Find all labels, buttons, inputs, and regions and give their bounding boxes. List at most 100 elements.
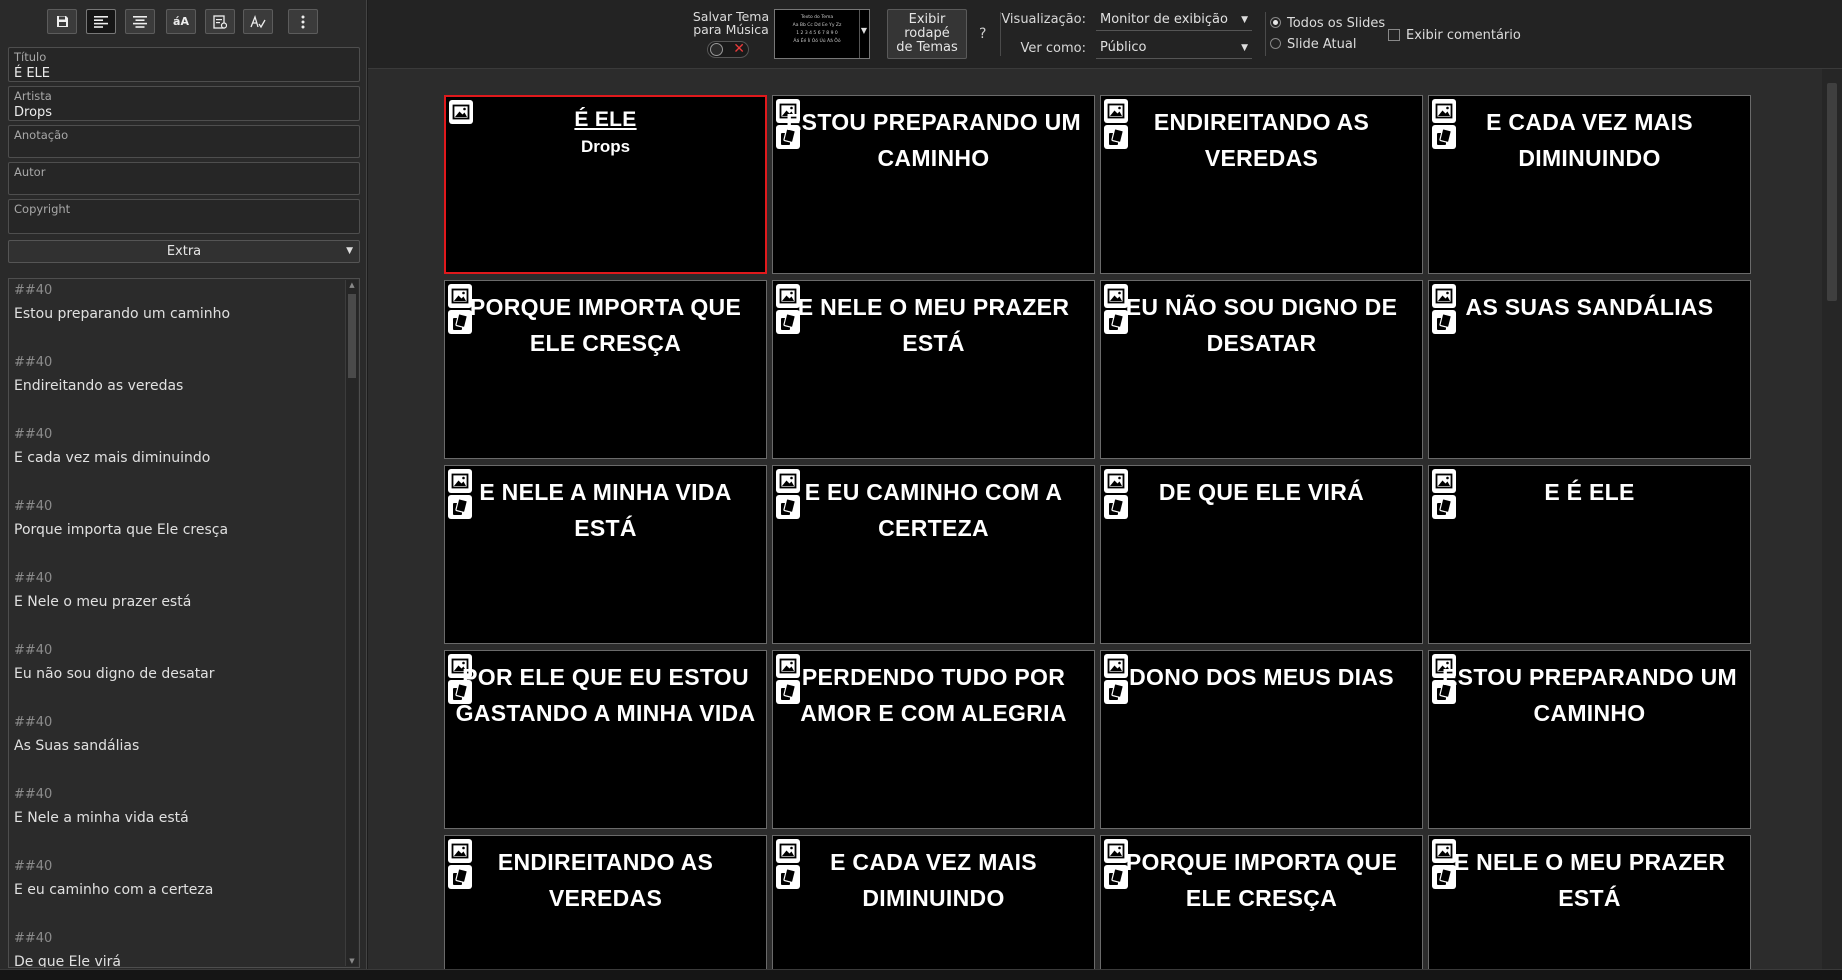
slide-thumbnail[interactable]: EU NÃO SOU DIGNO DE DESATAR (1100, 280, 1423, 459)
lyrics-block-tag: ##40 (14, 643, 53, 658)
save-theme-toggle[interactable]: ✕ (707, 41, 749, 58)
align-center-button[interactable] (125, 9, 155, 34)
save-theme-label: Salvar Tema para Música (686, 10, 776, 36)
slide-text: DE QUE ELE VIRÁ (1158, 479, 1365, 505)
show-theme-footer-button[interactable]: Exibir rodapé de Temas (887, 9, 967, 59)
lyrics-block[interactable]: ##40 Estou preparando um caminho (9, 279, 359, 351)
slide-text: E É ELE (1544, 479, 1635, 505)
slide-thumbnail[interactable]: E CADA VEZ MAIS DIMINUINDO (1428, 95, 1751, 274)
chevron-down-icon: ▼ (1241, 43, 1248, 53)
lyrics-scrollbar[interactable]: ▲ ▼ (345, 280, 358, 966)
slide-thumbnail[interactable]: ESTOU PREPARANDO UM CAMINHO (772, 95, 1095, 274)
slide-thumbnail[interactable]: E NELE A MINHA VIDA ESTÁ (444, 465, 767, 644)
save-button[interactable] (47, 9, 77, 34)
lyrics-block-tag: ##40 (14, 571, 53, 586)
slide-thumbnail[interactable]: E NELE O MEU PRAZER ESTÁ (1428, 835, 1751, 969)
lyrics-block[interactable]: ##40 Endireitando as veredas (9, 351, 359, 423)
title-field[interactable]: Título É ELE (8, 47, 360, 82)
save-icon (56, 16, 68, 27)
slide-thumbnail[interactable]: E É ELE (1428, 465, 1751, 644)
lyrics-block-tag: ##40 (14, 499, 53, 514)
theme-preview-line: Texto do Tema (800, 15, 834, 20)
slide-thumbnail[interactable]: AS SUAS SANDÁLIAS (1428, 280, 1751, 459)
artist-field-value[interactable]: Drops (14, 105, 52, 120)
lyrics-block[interactable]: ##40 E eu caminho com a certeza (9, 855, 359, 927)
slide-text: DONO DOS MEUS DIAS (1129, 664, 1394, 690)
spell-check-button[interactable] (243, 9, 273, 34)
slide-thumbnail[interactable]: PERDENDO TUDO POR AMOR E COM ALEGRIA (772, 650, 1095, 829)
copyright-field[interactable]: Copyright (8, 199, 360, 234)
slide-thumbnail[interactable]: É ELE Drops (444, 95, 767, 274)
slide-thumbnail[interactable]: E NELE O MEU PRAZER ESTÁ (772, 280, 1095, 459)
slide-text: ESTOU PREPARANDO UM CAMINHO (1442, 664, 1737, 726)
align-center-icon (133, 15, 147, 28)
slide-thumbnail[interactable]: ESTOU PREPARANDO UM CAMINHO (1428, 650, 1751, 829)
more-options-button[interactable] (288, 9, 318, 34)
radio-all-slides[interactable]: Todos os Slides (1270, 16, 1385, 31)
checkbox-box (1388, 29, 1400, 41)
annotation-field[interactable]: Anotação (8, 125, 360, 158)
slide-text: AS SUAS SANDÁLIAS (1465, 294, 1714, 320)
slide-thumbnail[interactable]: DONO DOS MEUS DIAS (1100, 650, 1423, 829)
lyrics-block[interactable]: ##40 As Suas sandálias (9, 711, 359, 783)
slide-thumbnail[interactable]: ENDIREITANDO AS VEREDAS (1100, 95, 1423, 274)
extra-dropdown[interactable]: Extra ▼ (8, 240, 360, 263)
slide-thumbnail[interactable]: E EU CAMINHO COM A CERTEZA (772, 465, 1095, 644)
artist-field[interactable]: Artista Drops (8, 86, 360, 121)
lyrics-block[interactable]: ##40 De que Ele virá (9, 927, 359, 968)
lyrics-scrollbar-thumb[interactable] (348, 294, 356, 378)
title-field-value[interactable]: É ELE (14, 66, 50, 81)
help-button[interactable]: ? (979, 26, 986, 42)
author-field-label: Autor (14, 165, 46, 179)
slide-view-toolbar: Salvar Tema para Música ✕ Texto do Tema … (368, 0, 1842, 69)
slide-thumbnail[interactable]: POR ELE QUE EU ESTOU GASTANDO A MINHA VI… (444, 650, 767, 829)
lyrics-format-button[interactable] (205, 9, 235, 34)
lyrics-block-text: E eu caminho com a certeza (14, 882, 214, 898)
slide-text: ENDIREITANDO AS VEREDAS (1153, 109, 1370, 171)
lyrics-block[interactable]: ##40 Porque importa que Ele cresça (9, 495, 359, 567)
align-left-button[interactable] (86, 9, 116, 34)
scroll-down-icon[interactable]: ▼ (346, 957, 358, 965)
show-comment-label: Exibir comentário (1406, 28, 1521, 43)
lyrics-block[interactable]: ##40 Eu não sou digno de desatar (9, 639, 359, 711)
slide-thumbnail[interactable]: ENDIREITANDO AS VEREDAS (444, 835, 767, 969)
lyrics-block[interactable]: ##40 E cada vez mais diminuindo (9, 423, 359, 495)
text-case-button[interactable]: áA (166, 9, 196, 34)
save-theme-label-line2: para Música (693, 22, 769, 37)
slides-scrollbar[interactable] (1822, 69, 1842, 969)
show-comment-checkbox[interactable]: Exibir comentário (1388, 28, 1521, 43)
slide-text: E NELE A MINHA VIDA ESTÁ (479, 479, 732, 541)
slides-grid-area: É ELE Drops ESTOU PREPARANDO UM CAMINHO END… (368, 69, 1842, 969)
radio-current-slide[interactable]: Slide Atual (1270, 37, 1356, 52)
lyrics-block-text: Eu não sou digno de desatar (14, 666, 215, 682)
slides-scrollbar-thumb[interactable] (1827, 83, 1837, 301)
slide-text: PORQUE IMPORTA QUE ELE CRESÇA (469, 294, 742, 356)
lyrics-block-tag: ##40 (14, 283, 53, 298)
slide-thumbnail[interactable]: E CADA VEZ MAIS DIMINUINDO (772, 835, 1095, 969)
chevron-down-icon[interactable]: ▼ (861, 26, 867, 35)
theme-selector[interactable]: Texto do Tema Aa Bb Cc Dd Ee Yy Zz 1 2 3… (774, 9, 870, 59)
lyrics-block[interactable]: ##40 E Nele a minha vida está (9, 783, 359, 855)
author-field[interactable]: Autor (8, 162, 360, 195)
slide-thumbnail[interactable]: PORQUE IMPORTA QUE ELE CRESÇA (444, 280, 767, 459)
text-case-icon: áA (173, 15, 189, 28)
slide-thumbnail[interactable]: DE QUE ELE VIRÁ (1100, 465, 1423, 644)
lyrics-editor[interactable]: ##40 Estou preparando um caminho ##40 Endir… (8, 278, 360, 968)
slide-thumbnail[interactable]: PORQUE IMPORTA QUE ELE CRESÇA (1100, 835, 1423, 969)
scroll-up-icon[interactable]: ▲ (346, 281, 358, 289)
slide-text: PORQUE IMPORTA QUE ELE CRESÇA (1125, 849, 1398, 911)
see-as-select[interactable]: Público ▼ (1096, 38, 1252, 59)
view-select[interactable]: Monitor de exibição ▼ (1096, 10, 1252, 31)
annotation-field-label: Anotação (14, 128, 69, 142)
lyrics-block-tag: ##40 (14, 787, 53, 802)
theme-preview-line: Aa Bb Cc Dd Ee Yy Zz (792, 23, 842, 28)
close-icon: ✕ (733, 41, 745, 57)
lyrics-block[interactable]: ##40 E Nele o meu prazer está (9, 567, 359, 639)
lyrics-block-text: Endireitando as veredas (14, 378, 184, 394)
lyrics-block-text: De que Ele virá (14, 954, 121, 968)
radio-dot (1270, 38, 1281, 49)
lyrics-block-text: E Nele o meu prazer está (14, 594, 192, 610)
slide-text: PERDENDO TUDO POR AMOR E COM ALEGRIA (800, 664, 1067, 726)
chevron-down-icon: ▼ (346, 246, 353, 256)
footer-button-line3: de Temas (896, 40, 958, 55)
